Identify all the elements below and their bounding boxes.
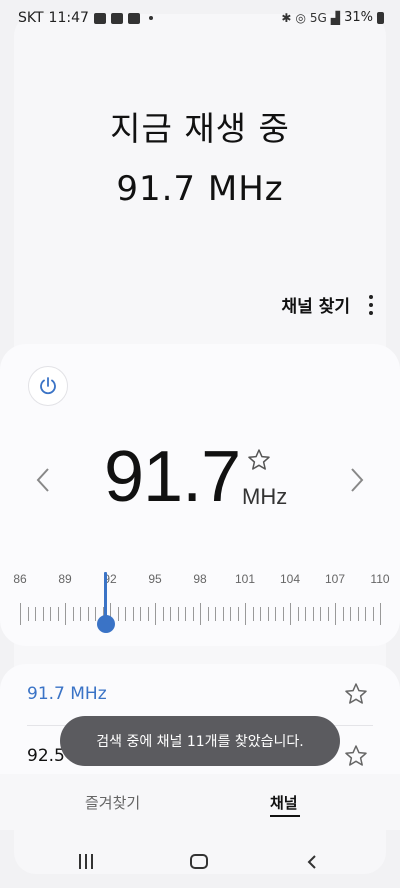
dial-tick bbox=[275, 607, 276, 621]
dial-tick bbox=[312, 607, 314, 621]
dial-tick bbox=[65, 603, 66, 625]
dial-tick bbox=[327, 607, 329, 621]
now-playing-title: 지금 재생 중 bbox=[110, 109, 290, 148]
dial-tick bbox=[177, 607, 179, 621]
gallery-icon bbox=[110, 12, 123, 24]
next-frequency-button[interactable] bbox=[347, 466, 367, 494]
dial-tick bbox=[207, 607, 209, 621]
dial-tick bbox=[297, 607, 299, 621]
dial-tick bbox=[192, 607, 194, 621]
dial-tick bbox=[117, 607, 119, 621]
more-notifications-icon bbox=[148, 16, 153, 20]
find-channels-button[interactable]: 채널 찾기 bbox=[282, 292, 350, 317]
top-actions: 채널 찾기 bbox=[282, 292, 374, 317]
dial-tick bbox=[350, 607, 351, 621]
dial-tick bbox=[252, 607, 254, 621]
now-playing-header: 지금 재생 중 91.7 MHz bbox=[0, 105, 400, 213]
dial-tick bbox=[42, 607, 44, 621]
dial-tick bbox=[290, 603, 291, 625]
frequency-unit: MHz bbox=[242, 484, 288, 509]
dial-tick bbox=[305, 607, 306, 621]
frequency-dial[interactable]: 86 89 92 95 98 101 104 107 110 bbox=[0, 572, 400, 642]
star-icon[interactable] bbox=[344, 682, 368, 706]
dial-tick bbox=[170, 607, 171, 621]
dial-tick bbox=[27, 607, 29, 621]
dial-tick bbox=[162, 607, 164, 621]
dial-tick bbox=[357, 607, 359, 621]
dial-tick bbox=[200, 603, 201, 625]
dial-tick bbox=[372, 607, 374, 621]
message-icon bbox=[93, 12, 106, 24]
dial-tick bbox=[57, 607, 59, 621]
bottom-tabs: 즐겨찾기 채널 bbox=[0, 774, 400, 830]
battery-icon bbox=[377, 11, 384, 24]
dial-tick bbox=[35, 607, 36, 621]
channel-frequency: 91.7 MHz bbox=[27, 684, 107, 704]
current-frequency: 91.7 bbox=[104, 437, 241, 517]
dial-tick bbox=[72, 607, 74, 621]
system-nav-bar bbox=[0, 840, 400, 884]
dial-tick bbox=[245, 603, 246, 625]
dial-tick bbox=[147, 607, 149, 621]
dial-tick bbox=[80, 607, 81, 621]
previous-frequency-button[interactable] bbox=[33, 466, 53, 494]
dial-tick bbox=[125, 607, 126, 621]
dial-tick bbox=[132, 607, 134, 621]
dial-label: 104 bbox=[279, 572, 301, 586]
dial-label: 101 bbox=[234, 572, 256, 586]
dial-tick bbox=[222, 607, 224, 621]
dial-label: 95 bbox=[148, 572, 162, 586]
favorite-star-icon[interactable] bbox=[247, 448, 271, 472]
dial-label: 98 bbox=[193, 572, 207, 586]
app-notification-icon bbox=[127, 12, 140, 24]
dial-tick bbox=[87, 607, 89, 621]
power-button[interactable] bbox=[28, 366, 68, 406]
dial-tick bbox=[335, 603, 336, 625]
dial-tick bbox=[155, 603, 156, 625]
dial-tick bbox=[185, 607, 186, 621]
dial-label: 86 bbox=[13, 572, 27, 586]
toast-message: 검색 중에 채널 11개를 찾았습니다. bbox=[60, 716, 340, 766]
dial-tick bbox=[50, 607, 51, 621]
dial-tick bbox=[140, 607, 141, 621]
tab-indicator bbox=[270, 815, 300, 817]
dial-tick bbox=[365, 607, 366, 621]
tab-favorites[interactable]: 즐겨찾기 bbox=[85, 792, 140, 813]
status-right: ✱ ◎ 5G ▟ 31% bbox=[281, 10, 384, 25]
tuner-card: 91.7 MHz 86 89 92 95 98 101 104 107 110 bbox=[0, 344, 400, 646]
home-button[interactable] bbox=[190, 854, 208, 869]
star-icon[interactable] bbox=[344, 744, 368, 768]
dial-tick bbox=[237, 607, 239, 621]
network-type: 5G bbox=[309, 10, 327, 25]
dial-tick bbox=[215, 607, 216, 621]
dial-tick bbox=[380, 603, 381, 625]
dial-label: 107 bbox=[324, 572, 346, 586]
tab-channels[interactable]: 채널 bbox=[270, 792, 298, 813]
battery-level: 31% bbox=[344, 10, 373, 25]
dial-tick bbox=[95, 607, 96, 621]
bluetooth-icon: ✱ bbox=[281, 10, 292, 25]
dial-tick bbox=[282, 607, 284, 621]
status-bar: SKT 11:47 ✱ ◎ 5G ▟ 31% bbox=[0, 0, 400, 36]
signal-icon: ▟ bbox=[330, 10, 341, 25]
dial-tick bbox=[230, 607, 231, 621]
dial-tick bbox=[20, 603, 21, 625]
dial-label: 89 bbox=[58, 572, 72, 586]
dial-knob[interactable] bbox=[96, 615, 115, 633]
dial-tick bbox=[320, 607, 321, 621]
carrier-label: SKT bbox=[18, 10, 44, 26]
hotspot-icon: ◎ bbox=[295, 10, 306, 25]
back-button[interactable] bbox=[306, 854, 318, 870]
dial-tick bbox=[260, 607, 261, 621]
dial-label: 110 bbox=[370, 572, 390, 586]
power-icon bbox=[40, 377, 56, 395]
clock: 11:47 bbox=[48, 10, 89, 26]
status-left: SKT 11:47 bbox=[18, 10, 153, 26]
recent-apps-button[interactable] bbox=[79, 854, 93, 869]
dial-tick bbox=[267, 607, 269, 621]
dial-tick bbox=[342, 607, 344, 621]
more-options-icon[interactable] bbox=[368, 294, 374, 315]
now-playing-frequency: 91.7 MHz bbox=[116, 169, 284, 209]
